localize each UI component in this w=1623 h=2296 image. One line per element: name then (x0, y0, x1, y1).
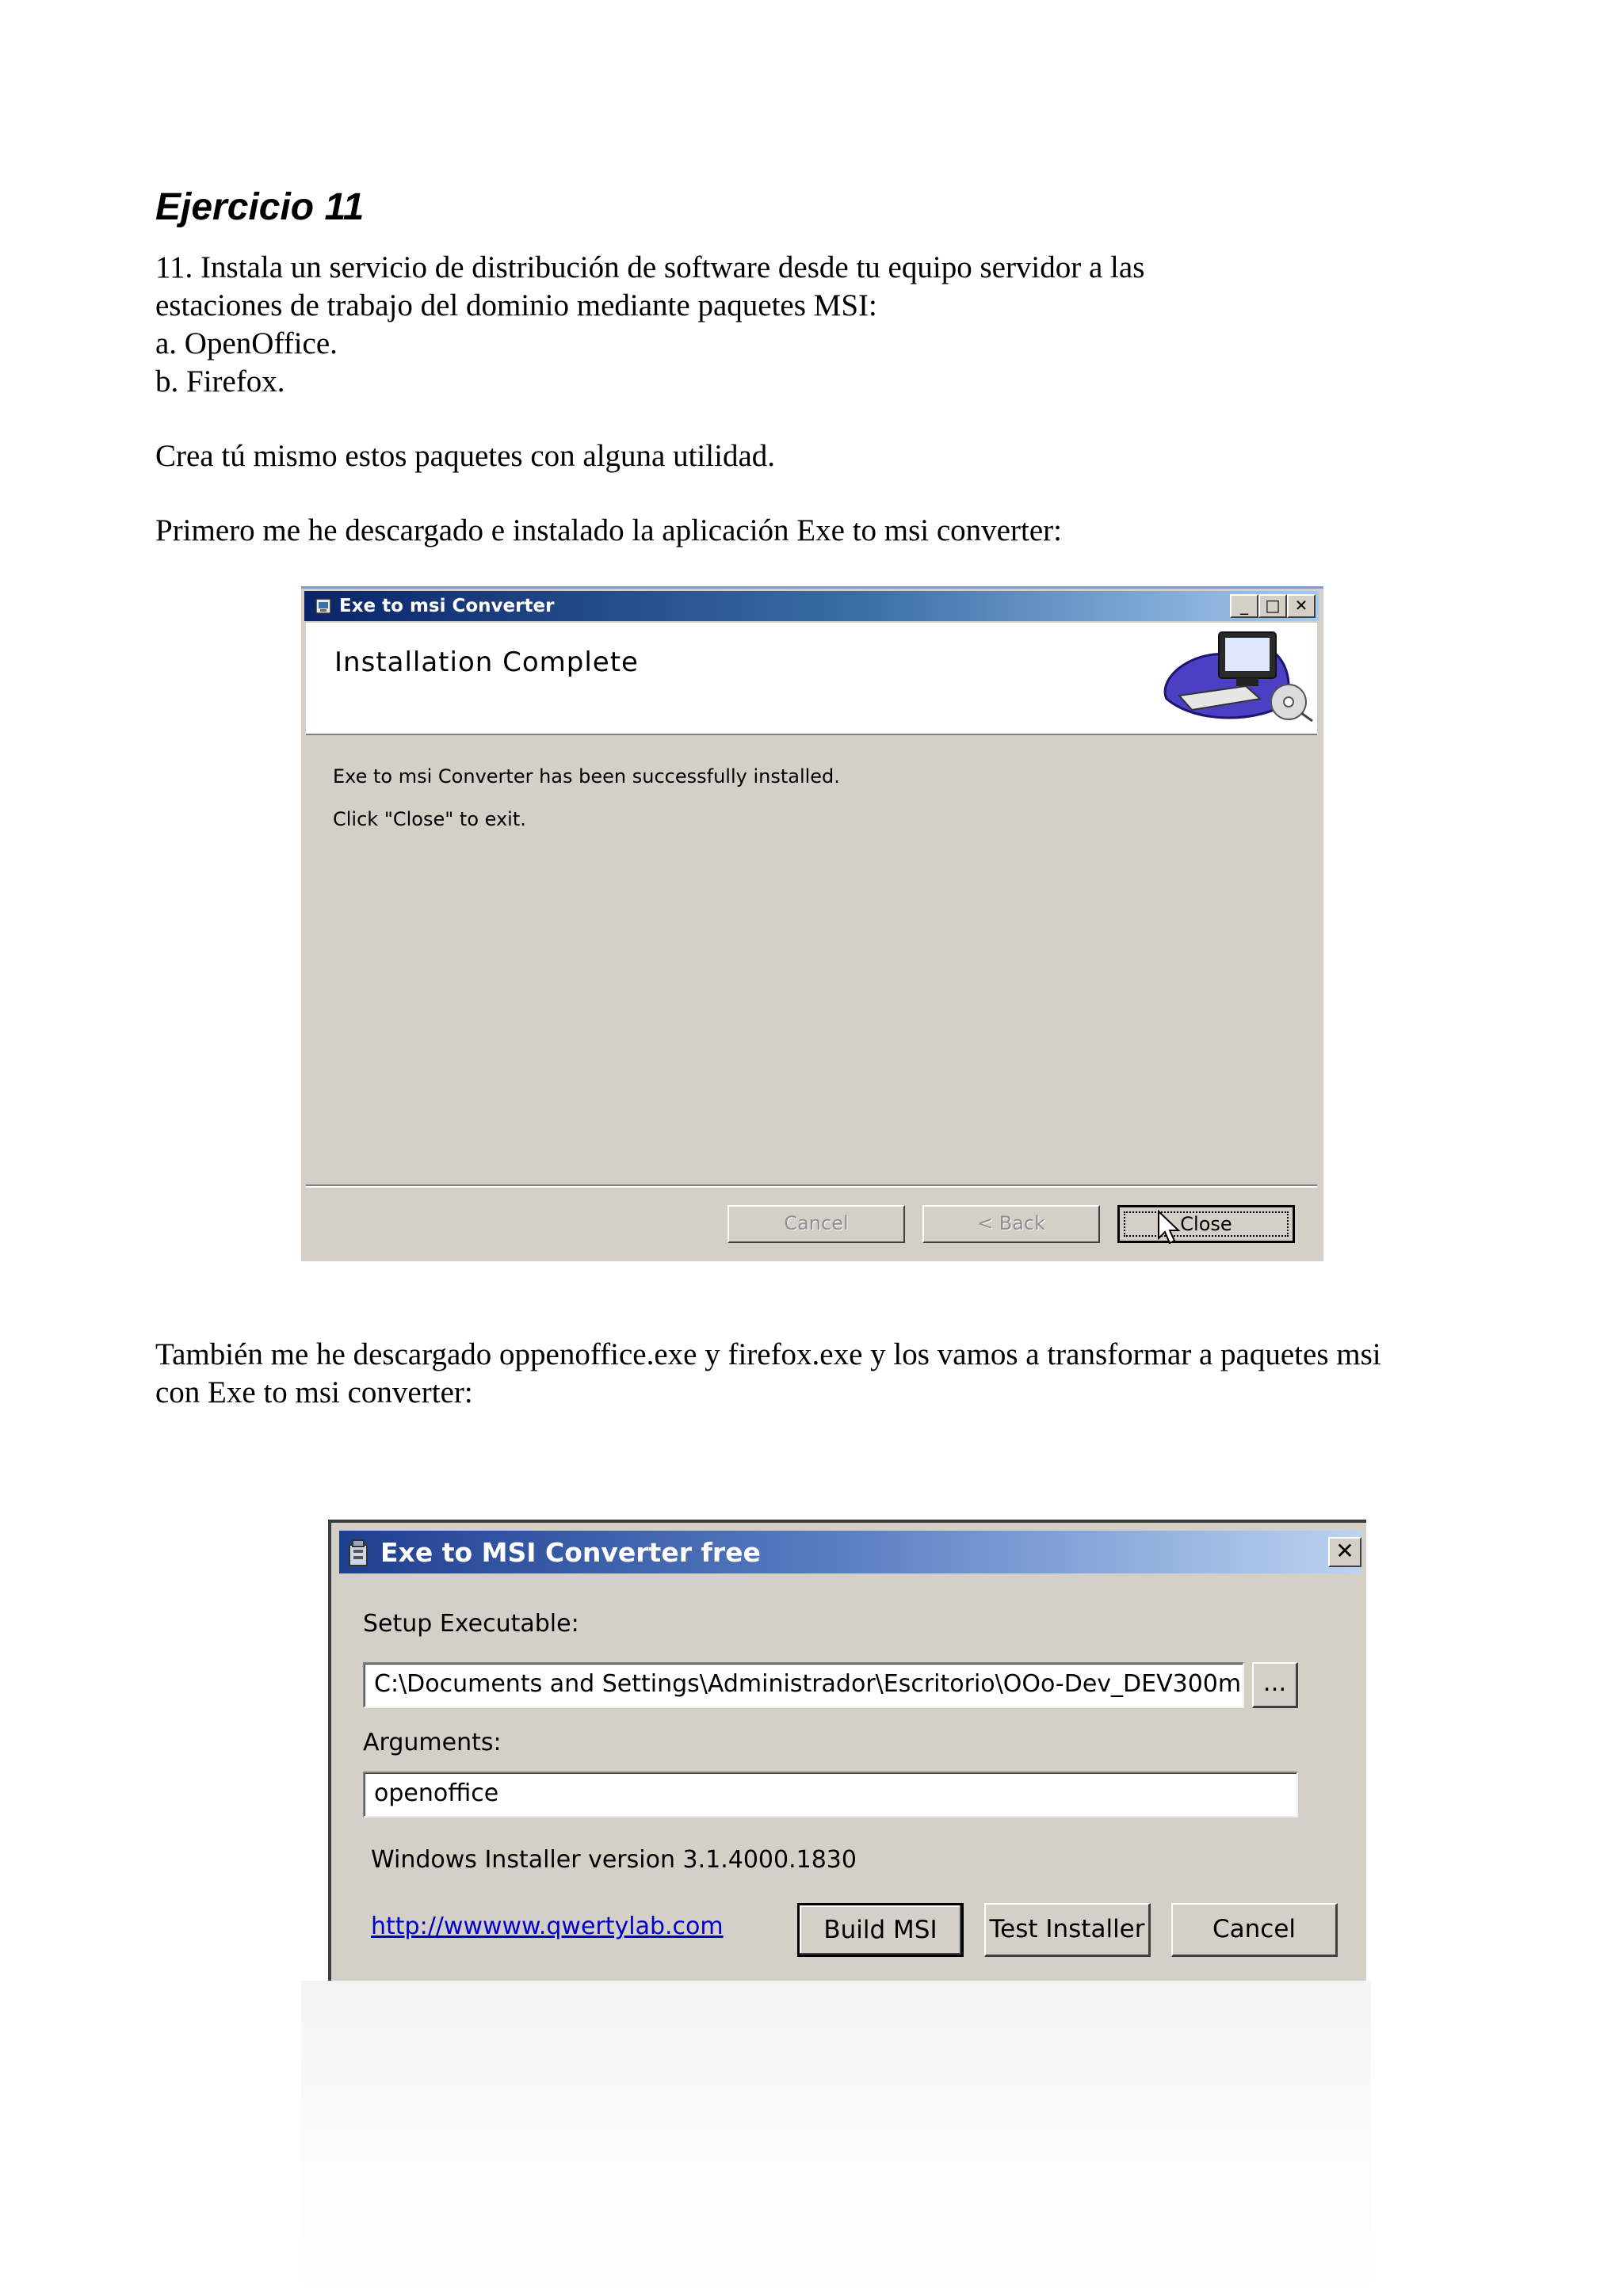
install-header-title: Installation Complete (334, 646, 639, 678)
maximize-button[interactable]: □ (1258, 594, 1287, 618)
screenshot-shadow-area (301, 1981, 1371, 2296)
installer-version-text: Windows Installer version 3.1.4000.1830 (371, 1846, 857, 1874)
arguments-field[interactable]: openoffice (363, 1772, 1298, 1817)
install-window-titlebar[interactable]: Exe to msi Converter _ □ ✕ (304, 591, 1319, 621)
install-header-panel: Installation Complete (306, 623, 1317, 735)
cursor-icon (1158, 1210, 1181, 1245)
arguments-label: Arguments: (363, 1729, 502, 1756)
install-window-title: Exe to msi Converter (339, 596, 555, 616)
install-complete-window: Exe to msi Converter _ □ ✕ Installation … (301, 586, 1323, 1261)
converter-window: Exe to MSI Converter free ✕ Setup Execut… (328, 1520, 1366, 1981)
setup-executable-field[interactable]: C:\Documents and Settings\Administrador\… (363, 1662, 1244, 1708)
task-line-2: estaciones de trabajo del dominio median… (155, 288, 877, 322)
outro-line-1: También me he descargado oppenoffice.exe… (155, 1337, 1381, 1371)
exercise-heading: Ejercicio 11 (155, 186, 365, 228)
qwertylab-link[interactable]: http://wwwww.qwertylab.com (371, 1913, 724, 1941)
browse-button[interactable]: ... (1252, 1662, 1298, 1708)
computer-cd-icon (1163, 631, 1313, 723)
outro-line-2: con Exe to msi converter: (155, 1375, 473, 1409)
minimize-button[interactable]: _ (1230, 594, 1258, 618)
install-success-message: Exe to msi Converter has been successful… (333, 765, 840, 788)
setup-executable-label: Setup Executable: (363, 1610, 579, 1638)
converter-title: Exe to MSI Converter free (380, 1537, 761, 1568)
item-openoffice: a. OpenOffice. (155, 326, 338, 360)
focus-rect (1124, 1211, 1289, 1237)
cancel-conversion-button[interactable]: Cancel (1171, 1903, 1338, 1957)
close-window-button[interactable]: ✕ (1287, 594, 1316, 618)
task-line-1: 11. Instala un servicio de distribución … (155, 250, 1145, 284)
converter-app-icon (349, 1539, 368, 1566)
test-installer-button[interactable]: Test Installer (984, 1903, 1151, 1957)
install-close-hint: Click "Close" to exit. (333, 808, 526, 830)
instruction-text: Crea tú mismo estos paquetes con alguna … (155, 439, 775, 473)
intro-text: Primero me he descargado e instalado la … (155, 513, 1062, 547)
item-firefox: b. Firefox. (155, 364, 285, 399)
converter-titlebar[interactable]: Exe to MSI Converter free ✕ (339, 1531, 1361, 1573)
back-button[interactable]: < Back (922, 1205, 1100, 1243)
build-msi-button[interactable]: Build MSI (797, 1903, 964, 1957)
converter-close-button[interactable]: ✕ (1328, 1537, 1361, 1567)
cancel-button[interactable]: Cancel (727, 1205, 905, 1243)
close-button[interactable]: Close (1117, 1205, 1295, 1243)
button-separator (306, 1184, 1317, 1188)
installer-app-icon (315, 598, 331, 614)
